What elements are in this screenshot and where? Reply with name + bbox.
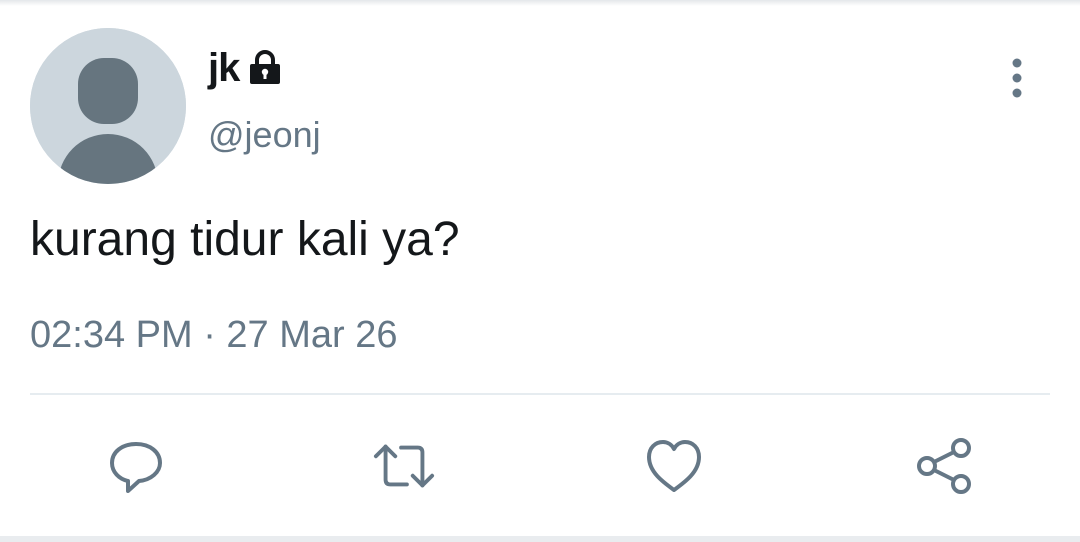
reply-icon: [110, 442, 162, 493]
user-handle[interactable]: @jeonj: [208, 114, 321, 156]
retweet-icon: [373, 444, 435, 488]
reply-button[interactable]: [104, 434, 168, 498]
display-name[interactable]: jk: [208, 46, 240, 91]
tweet-text: kurang tidur kali ya?: [30, 213, 460, 266]
bottom-edge: [0, 536, 1080, 542]
like-button[interactable]: [642, 434, 706, 498]
more-vertical-icon[interactable]: [1000, 55, 1034, 105]
tweet-timestamp[interactable]: 02:34 PM · 27 Mar 26: [30, 314, 398, 357]
share-button[interactable]: [912, 434, 976, 498]
top-edge: [0, 0, 1080, 6]
user-name-row: jk: [208, 42, 285, 94]
retweet-button[interactable]: [372, 434, 436, 498]
divider: [30, 393, 1050, 395]
default-avatar-icon: [30, 28, 186, 184]
avatar[interactable]: [30, 28, 186, 184]
share-icon: [917, 438, 971, 494]
lock-icon: [245, 48, 285, 88]
heart-icon: [647, 440, 701, 492]
